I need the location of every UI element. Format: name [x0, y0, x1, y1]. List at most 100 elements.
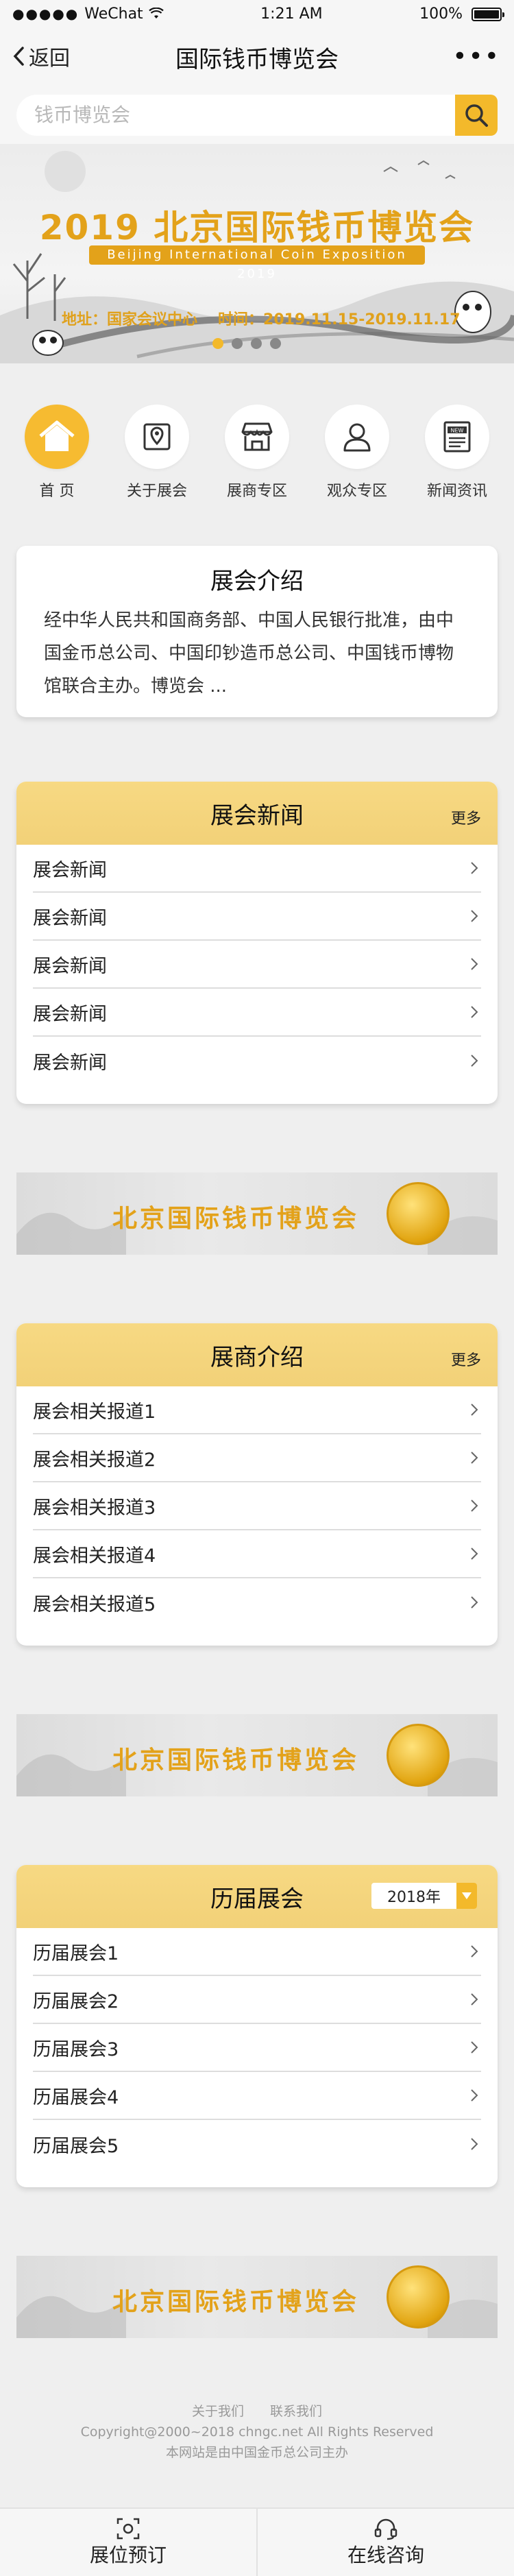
- status-bar: ●●●●● WeChat 1:21 AM 100%: [0, 0, 514, 27]
- nav-item-label: 关于展会: [126, 483, 187, 500]
- list-item[interactable]: 历届展会4: [33, 2072, 481, 2120]
- battery-icon: [472, 7, 504, 21]
- banner-title: 2019 北京国际钱币博览会: [39, 208, 475, 248]
- nav-item-label: 新闻资讯: [426, 483, 487, 500]
- chevron-right-icon: [471, 1452, 478, 1464]
- chevron-right-icon: [471, 2089, 478, 2102]
- footer-link-about[interactable]: 关于我们: [192, 2404, 244, 2419]
- chevron-right-icon: [471, 910, 478, 922]
- exhibitors-header: 展商介绍 更多: [16, 1323, 498, 1386]
- promo-banner[interactable]: 北京国际钱币博览会: [16, 1172, 498, 1255]
- chevron-right-icon: [471, 862, 478, 874]
- svg-text:NEW: NEW: [451, 428, 464, 434]
- booth-booking-button[interactable]: 展位预订: [0, 2509, 258, 2576]
- news-icon: NEW: [443, 421, 471, 453]
- chevron-right-icon: [471, 1500, 478, 1512]
- intro-text: 经中华人民共和国商务部、中国人民银行批准，由中国金币总公司、中国印钞造币总公司、…: [44, 610, 454, 697]
- caret-down-icon: [456, 1883, 477, 1909]
- nav-item-label: 展商专区: [226, 483, 287, 500]
- list-item[interactable]: 展会新闻: [33, 1037, 481, 1085]
- list-item[interactable]: 展会相关报道1: [33, 1386, 481, 1434]
- hero-banner[interactable]: 2019 北京国际钱币博览会 Beijing International Coi…: [0, 144, 514, 363]
- nav-item-label: 首 页: [39, 483, 75, 500]
- headset-icon: [374, 2518, 397, 2540]
- map-pin-icon: [143, 423, 171, 450]
- list-item[interactable]: 展会相关报道5: [33, 1578, 481, 1626]
- user-icon: [343, 423, 371, 452]
- banner-time: 时间：2019.11.15-2019.11.17: [218, 311, 461, 328]
- nav-item-label: 观众专区: [326, 483, 387, 500]
- back-label: 返回: [29, 47, 70, 71]
- carousel-dot[interactable]: [212, 338, 223, 349]
- past-exhibitions-card: 历届展会 2018年 历届展会1 历届展会2 历届展会3 历届展会4 历届展会5: [16, 1865, 498, 2187]
- news-more-link[interactable]: 更多: [451, 806, 481, 828]
- online-consult-label: 在线咨询: [347, 2544, 424, 2566]
- carousel-dot[interactable]: [270, 338, 281, 349]
- year-select-value: 2018年: [387, 1889, 441, 1906]
- footer-copyright: Copyright@2000~2018 chngc.net All Rights…: [80, 2424, 434, 2440]
- chevron-left-icon: [13, 47, 24, 66]
- list-item[interactable]: 历届展会5: [33, 2120, 481, 2168]
- promo-banner-text: 北京国际钱币博览会: [112, 1746, 360, 1774]
- back-button[interactable]: 返回: [12, 41, 70, 71]
- list-item[interactable]: 展会相关报道4: [33, 1530, 481, 1578]
- icon-nav: 首 页 关于展会 展商专区 观众专区 NEW 新闻资讯: [0, 405, 514, 507]
- intro-title: 展会介绍: [210, 568, 304, 595]
- footer-link-contact[interactable]: 联系我们: [270, 2404, 322, 2419]
- list-item[interactable]: 历届展会3: [33, 2024, 481, 2072]
- search-input[interactable]: [16, 95, 455, 136]
- list-item[interactable]: 展会新闻: [33, 893, 481, 941]
- online-consult-button[interactable]: 在线咨询: [258, 2509, 514, 2576]
- exhibitors-title: 展商介绍: [210, 1343, 304, 1371]
- promo-banner[interactable]: 北京国际钱币博览会: [16, 1714, 498, 1796]
- list-item[interactable]: 展会新闻: [33, 989, 481, 1037]
- carousel-dots: [212, 338, 281, 349]
- nav-item-visitors[interactable]: 观众专区: [313, 405, 402, 507]
- search-button[interactable]: [455, 95, 498, 136]
- news-header: 展会新闻 更多: [16, 782, 498, 845]
- chevron-right-icon: [471, 1945, 478, 1958]
- chevron-right-icon: [471, 2138, 478, 2150]
- chevron-right-icon: [471, 1548, 478, 1560]
- year-select[interactable]: 2018年: [371, 1883, 477, 1909]
- banner-info: 地址：国家会议中心 时间：2019.11.15-2019.11.17: [62, 307, 461, 329]
- list-item[interactable]: 历届展会2: [33, 1976, 481, 2024]
- page-footer: 关于我们 联系我们 Copyright@2000~2018 chngc.net …: [0, 2401, 514, 2463]
- promo-banner[interactable]: 北京国际钱币博览会: [16, 2256, 498, 2338]
- bottom-action-bar: 展位预订 在线咨询: [0, 2507, 514, 2576]
- carousel-dot[interactable]: [251, 338, 262, 349]
- gold-coin-image: [387, 1724, 450, 1787]
- list-item[interactable]: 展会新闻: [33, 845, 481, 893]
- news-card: 展会新闻 更多 展会新闻 展会新闻 展会新闻 展会新闻 展会新闻: [16, 782, 498, 1104]
- news-list: 展会新闻 展会新闻 展会新闻 展会新闻 展会新闻: [16, 845, 498, 1085]
- chevron-right-icon: [471, 1055, 478, 1067]
- storefront-icon: [241, 422, 273, 451]
- booth-booking-label: 展位预订: [89, 2544, 167, 2566]
- exhibitors-card: 展商介绍 更多 展会相关报道1 展会相关报道2 展会相关报道3 展会相关报道4 …: [16, 1323, 498, 1646]
- past-title: 历届展会: [210, 1885, 304, 1913]
- search-icon: [465, 104, 488, 127]
- past-header: 历届展会 2018年: [16, 1865, 498, 1928]
- scan-icon: [117, 2518, 140, 2540]
- search-bar: [0, 86, 514, 144]
- list-item[interactable]: 历届展会1: [33, 1928, 481, 1976]
- battery-label: 100%: [419, 5, 463, 23]
- nav-item-exhibitors[interactable]: 展商专区: [212, 405, 302, 507]
- list-item[interactable]: 展会新闻: [33, 941, 481, 989]
- home-icon: [39, 420, 75, 451]
- list-item[interactable]: 展会相关报道2: [33, 1434, 481, 1482]
- carrier-label: WeChat: [84, 5, 143, 23]
- chevron-right-icon: [471, 2041, 478, 2054]
- carousel-dot[interactable]: [232, 338, 243, 349]
- wifi-icon: [148, 8, 164, 19]
- list-item[interactable]: 展会相关报道3: [33, 1482, 481, 1530]
- clock-label: 1:21 AM: [260, 5, 323, 23]
- nav-item-about[interactable]: 关于展会: [112, 405, 201, 507]
- exhibitors-more-link[interactable]: 更多: [451, 1348, 481, 1370]
- more-menu-icon[interactable]: •••: [452, 43, 500, 71]
- nav-item-news[interactable]: NEW 新闻资讯: [413, 405, 502, 507]
- promo-banner-text: 北京国际钱币博览会: [112, 2287, 360, 2316]
- gold-coin-image: [387, 2265, 450, 2328]
- intro-card[interactable]: 展会介绍 经中华人民共和国商务部、中国人民银行批准，由中国金币总公司、中国印钞造…: [16, 546, 498, 717]
- nav-item-home[interactable]: 首 页: [12, 405, 101, 507]
